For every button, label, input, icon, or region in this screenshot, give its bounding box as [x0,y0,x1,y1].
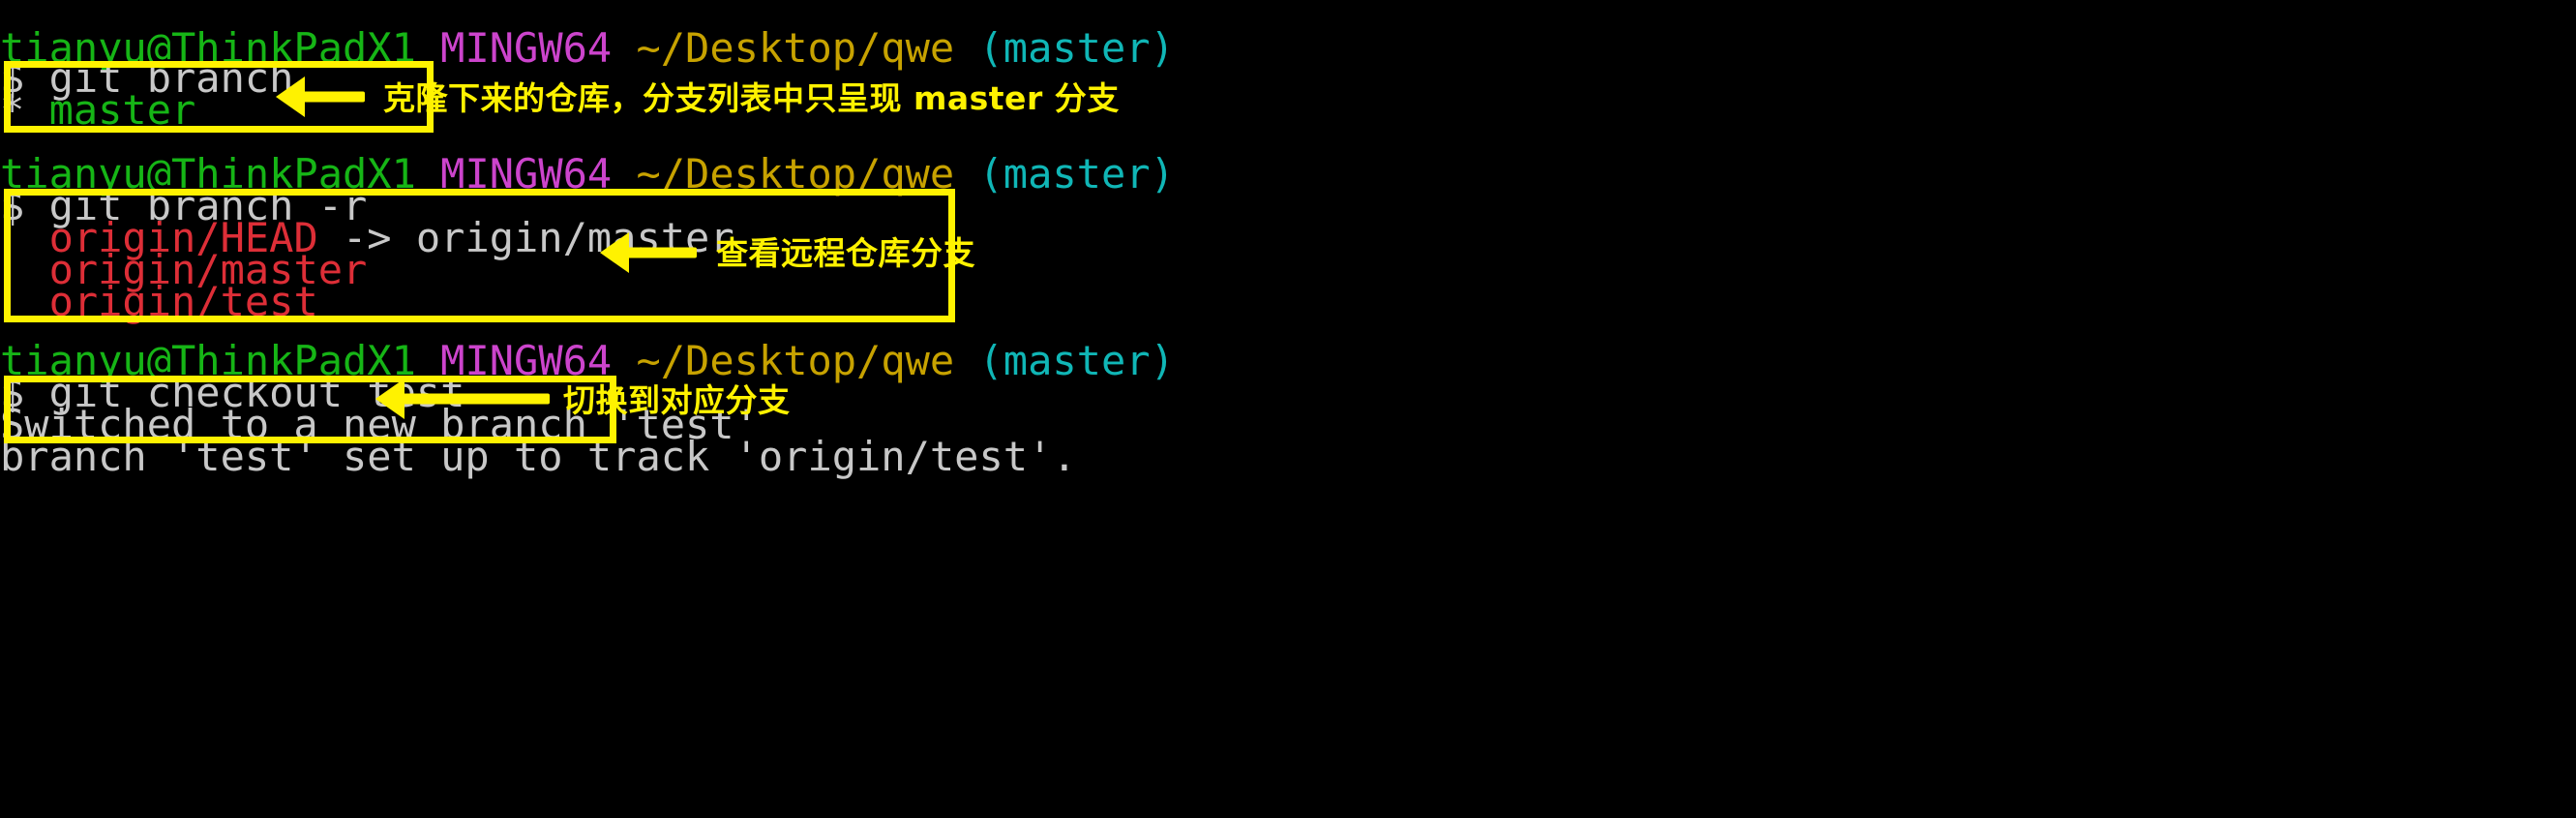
prompt-space-2 [612,24,636,72]
prompt-path: ~/Desktop/qwe [636,24,955,72]
arrow-shaft [397,393,550,405]
prompt-shell-name: MINGW64 [440,24,613,72]
prompt-git-branch: (master) [978,150,1175,197]
annotation-text-1: 克隆下来的仓库，分支列表中只呈现 master 分支 [383,79,1120,117]
prompt-shell-name: MINGW64 [440,150,613,197]
arrow-shaft [621,247,697,258]
prompt-space-2 [612,150,636,197]
prompt-path: ~/Desktop/qwe [636,337,955,384]
prompt-path: ~/Desktop/qwe [636,150,955,197]
prompt-shell-name: MINGW64 [440,337,613,384]
terminal-screenshot: tianyu@ThinkPadX1 MINGW64 ~/Desktop/qwe … [0,0,2576,818]
annotation-text-3: 切换到对应分支 [563,381,791,419]
prompt-git-branch: (master) [978,24,1175,72]
branch-name: master [48,86,196,134]
prompt-space-3 [954,337,978,384]
prompt-space-2 [612,337,636,384]
current-branch-marker: * [0,86,49,134]
branch-list-item-master: * master [0,83,195,137]
prompt-git-branch: (master) [978,337,1175,384]
remote-branch-item-test: origin/test [0,275,318,329]
annotation-text-2: 查看远程仓库分支 [716,234,975,272]
output-line-tracking: branch 'test' set up to track 'origin/te… [0,433,1077,480]
prompt-space-3 [954,24,978,72]
arrow-shaft [297,91,365,103]
prompt-space-3 [954,150,978,197]
remote-branch-name: origin/test [48,278,318,325]
